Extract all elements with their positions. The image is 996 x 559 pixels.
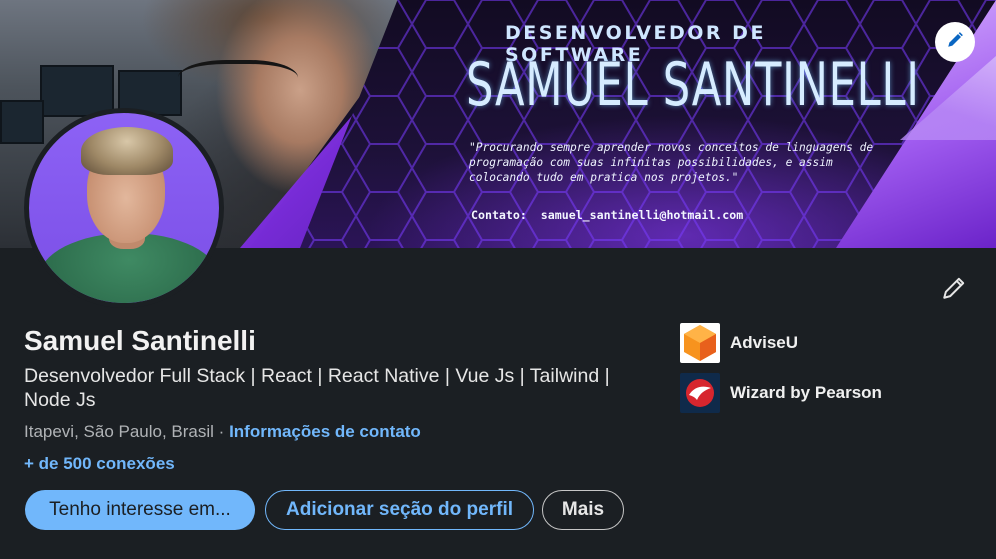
location-text: Itapevi, São Paulo, Brasil [24, 422, 214, 441]
pencil-icon [946, 31, 964, 54]
wizard-logo [680, 373, 720, 413]
banner-quote: "Procurando sempre aprender novos concei… [469, 141, 874, 184]
open-to-button[interactable]: Tenho interesse em... [25, 490, 255, 530]
profile-name: Samuel Santinelli [24, 325, 256, 356]
add-profile-section-button[interactable]: Adicionar seção do perfil [265, 490, 534, 530]
contact-info-link[interactable]: Informações de contato [229, 422, 421, 441]
edit-banner-button[interactable] [935, 22, 975, 62]
separator: · [213, 422, 230, 441]
banner-contact: Contato: samuel_santinelli@hotmail.com [471, 208, 744, 222]
connections-link[interactable]: + de 500 conexões [24, 454, 175, 474]
edit-profile-button[interactable] [936, 272, 972, 308]
pencil-icon [941, 275, 967, 306]
org-name: AdviseU [730, 333, 799, 352]
avatar[interactable] [24, 108, 224, 308]
org-item-adviseu[interactable]: AdviseU [680, 323, 798, 363]
profile-headline: Desenvolvedor Full Stack | React | React… [24, 365, 610, 411]
org-name: Wizard by Pearson [730, 383, 882, 402]
location-line: Itapevi, São Paulo, Brasil · Informações… [24, 422, 421, 442]
org-item-wizard[interactable]: Wizard by Pearson [680, 373, 882, 413]
more-button[interactable]: Mais [542, 490, 624, 530]
banner-name: SAMUEL SANTINELLI [466, 50, 920, 120]
adviseu-logo [680, 323, 720, 363]
